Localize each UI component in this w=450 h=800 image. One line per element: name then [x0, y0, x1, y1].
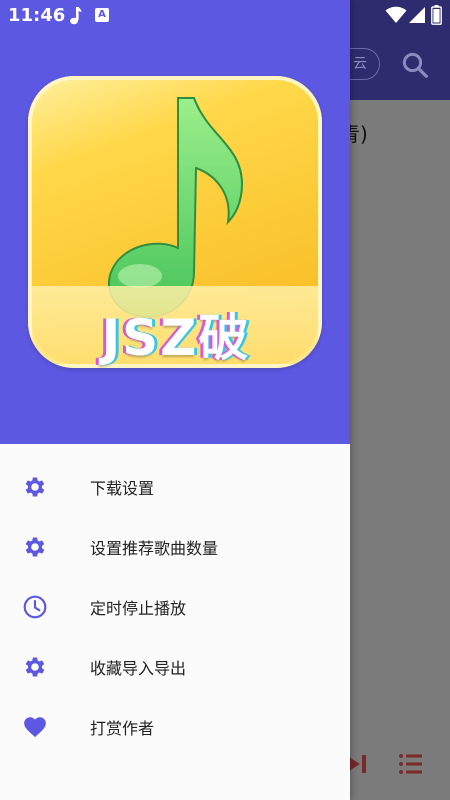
drawer-menu: 下载设置 设置推荐歌曲数量 定时停止播放 收藏导入导出 打赏作者 — [0, 456, 350, 756]
menu-item-donate[interactable]: 打赏作者 — [0, 696, 350, 756]
menu-item-import-export[interactable]: 收藏导入导出 — [0, 636, 350, 696]
status-bar: 11:46 A — [0, 0, 450, 32]
logo-text: JSZ破 — [101, 309, 251, 367]
menu-item-download-settings[interactable]: 下载设置 — [0, 456, 350, 516]
clock-icon — [23, 595, 47, 619]
signal-icon — [409, 7, 425, 23]
wifi-icon — [385, 6, 407, 23]
music-note-icon — [70, 7, 82, 25]
navigation-drawer: JSZ破 下载设置 设置推荐歌曲数量 定时停止播放 收藏导入导出 打赏作者 — [0, 0, 350, 800]
menu-item-label: 打赏作者 — [90, 719, 155, 738]
battery-icon — [431, 5, 442, 25]
menu-item-sleep-timer[interactable]: 定时停止播放 — [0, 576, 350, 636]
playlist-icon — [399, 754, 422, 774]
gear-icon — [25, 477, 45, 497]
drawer-header: JSZ破 — [0, 0, 350, 444]
menu-item-recommend-count[interactable]: 设置推荐歌曲数量 — [0, 516, 350, 576]
menu-item-label: 设置推荐歌曲数量 — [90, 539, 219, 558]
menu-item-label: 下载设置 — [90, 479, 155, 498]
menu-item-label: 定时停止播放 — [90, 599, 187, 618]
status-time: 11:46 — [8, 5, 66, 26]
gear-icon — [25, 537, 45, 557]
gear-icon — [25, 657, 45, 677]
menu-item-label: 收藏导入导出 — [90, 659, 187, 678]
heart-icon — [24, 717, 46, 738]
app-notification-icon: A — [95, 8, 109, 22]
search-icon — [402, 52, 428, 78]
app-logo: JSZ破 — [28, 76, 322, 368]
